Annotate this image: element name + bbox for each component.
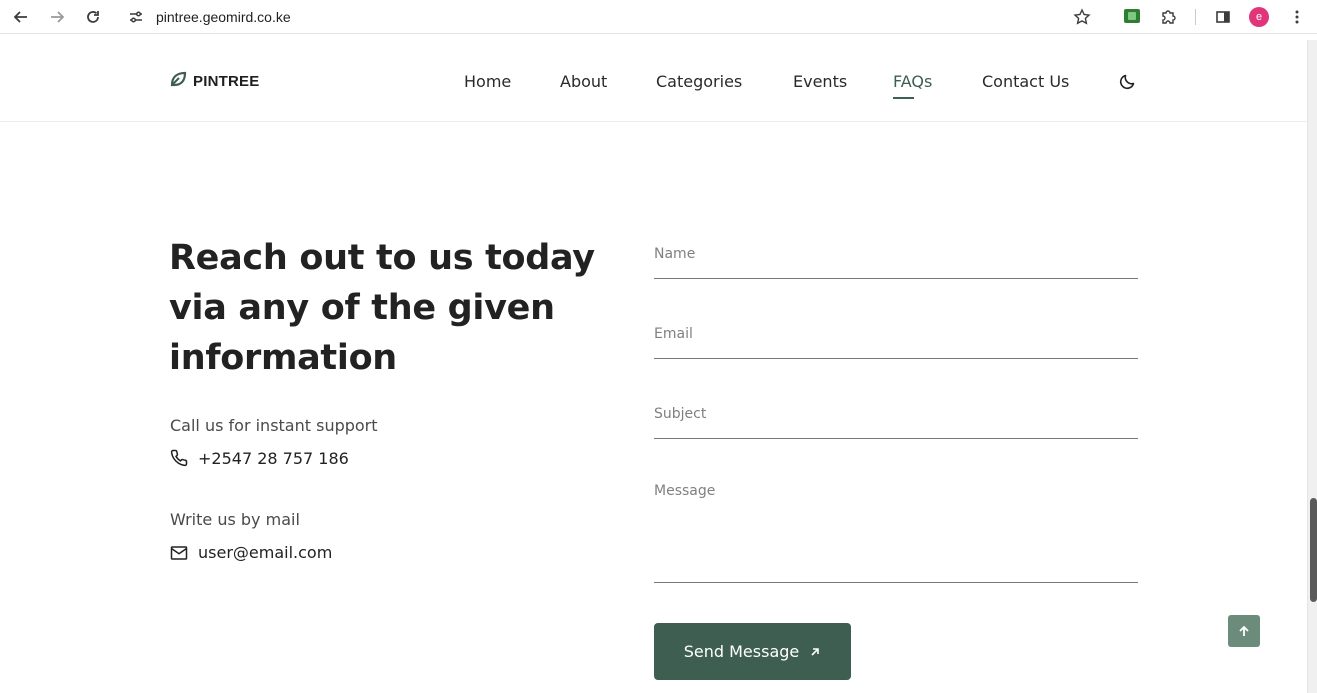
side-panel-icon[interactable] [1212,6,1234,28]
phone-number[interactable]: +2547 28 757 186 [198,449,349,468]
name-input[interactable] [654,246,1138,262]
scroll-to-top-button[interactable] [1228,615,1260,647]
browser-toolbar: pintree.geomird.co.ke e [0,0,1317,34]
scrollbar-thumb[interactable] [1310,498,1317,602]
nav-faqs[interactable]: FAQs [893,72,932,91]
phone-label: Call us for instant support [170,416,378,435]
send-message-button[interactable]: Send Message [654,623,851,680]
nav-events[interactable]: Events [793,72,847,91]
extension-icon[interactable] [1124,9,1140,23]
forward-icon[interactable] [46,6,68,28]
address-bar[interactable]: pintree.geomird.co.ke [118,3,1100,31]
arrow-up-right-icon [809,646,821,658]
url-text: pintree.geomird.co.ke [156,9,291,25]
subject-field [654,403,1138,439]
browser-menu-icon[interactable] [1286,6,1308,28]
page-content: PINTREE Home About Categories Events FAQ… [0,40,1307,693]
contact-headline: Reach out to us today via any of the giv… [169,233,609,383]
active-nav-indicator [893,97,914,99]
reload-icon[interactable] [82,6,104,28]
bookmark-star-icon[interactable] [1071,6,1093,28]
nav-home[interactable]: Home [464,72,511,91]
nav-about[interactable]: About [560,72,607,91]
leaf-icon [170,71,187,91]
toolbar-divider [1195,9,1196,25]
site-header: PINTREE Home About Categories Events FAQ… [0,40,1307,122]
page-scrollbar[interactable] [1307,40,1317,693]
site-info-icon[interactable] [128,9,144,29]
nav-categories[interactable]: Categories [656,72,742,91]
subject-input[interactable] [654,406,1138,422]
site-logo[interactable]: PINTREE [170,71,259,91]
nav-contact-us[interactable]: Contact Us [982,72,1069,91]
email-input[interactable] [654,326,1138,342]
dark-mode-moon-icon[interactable] [1119,72,1137,94]
headline-line: Reach out to us today [169,238,595,278]
profile-avatar[interactable]: e [1249,7,1269,27]
name-field [654,243,1138,279]
phone-icon [170,449,188,471]
email-address[interactable]: user@email.com [198,543,332,562]
mail-icon [170,544,188,566]
extensions-puzzle-icon[interactable] [1158,6,1180,28]
message-field [654,483,1138,583]
email-field [654,323,1138,359]
back-icon[interactable] [10,6,32,28]
arrow-up-icon [1238,622,1250,641]
mail-label: Write us by mail [170,510,300,529]
headline-line: via any of the given [169,288,555,328]
send-message-label: Send Message [683,642,800,661]
message-textarea[interactable] [654,483,1138,547]
headline-line: information [169,338,397,378]
logo-text: PINTREE [193,72,260,90]
